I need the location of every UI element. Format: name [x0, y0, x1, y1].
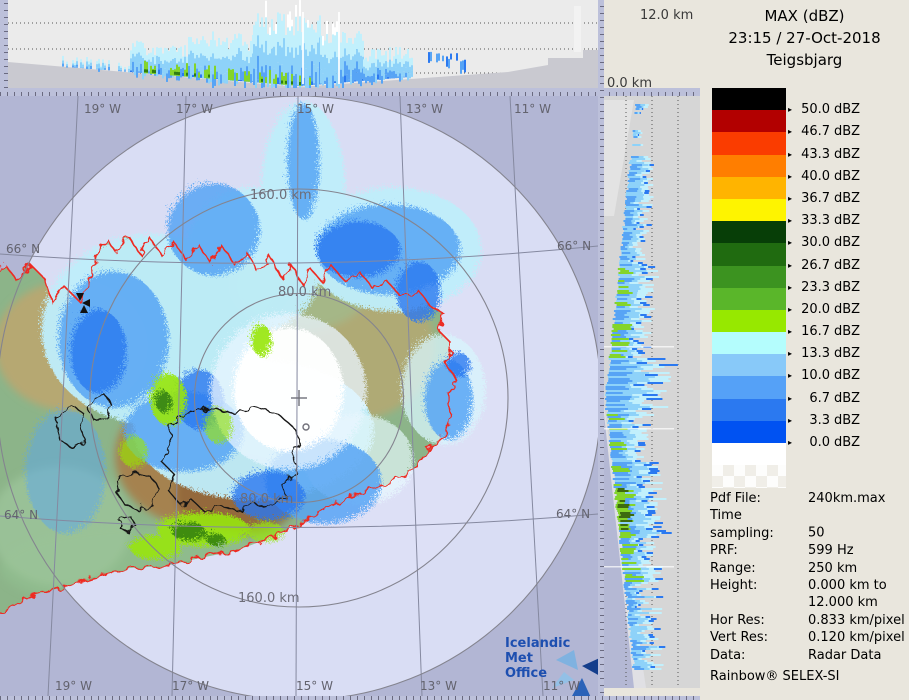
imo-logo-text: Icelandic Met Office	[505, 636, 598, 681]
info-row: Hor Res:0.833 km/pixel	[710, 612, 909, 629]
vertical-profile-side-canvas	[604, 96, 700, 688]
height-max-label: 12.0 km	[640, 8, 693, 23]
imo-logo-line2: Office	[505, 666, 598, 681]
legend-swatch	[712, 266, 786, 288]
legend-row: ▸43.3dBZ	[712, 132, 902, 154]
station-name: Teigsbjarg	[700, 49, 909, 71]
vertical-profile-top-canvas	[8, 0, 598, 88]
radar-map[interactable]: 19° W19° W17° W17° W15° W15° W13° W13° W…	[0, 96, 598, 696]
legend-row: ▸50.0dBZ	[712, 88, 902, 110]
top-profile-axis-strip	[0, 0, 8, 88]
legend-row: ▸13.3dBZ	[712, 332, 902, 354]
legend-unit: dBZ	[834, 436, 860, 450]
map-bottom-tick-strip	[0, 696, 710, 700]
info-value: 12.000 km	[808, 595, 878, 610]
info-value: 0.000 km to	[808, 578, 887, 593]
legend-value: 0.0	[794, 436, 830, 450]
legend-swatch	[712, 421, 786, 443]
legend-swatch	[712, 177, 786, 199]
product-datetime: 23:15 / 27-Oct-2018	[700, 27, 909, 49]
legend-row: ▸0.0dBZ	[712, 421, 902, 443]
imo-logo-line1: Icelandic Met	[505, 636, 598, 666]
info-value: 599 Hz	[808, 543, 854, 558]
vertical-profile-top-panel[interactable]	[8, 0, 598, 88]
info-value: 250 km	[808, 561, 857, 576]
legend-row: ▸16.7dBZ	[712, 310, 902, 332]
product-title: MAX (dBZ)	[700, 5, 909, 27]
product-info: Pdf File:240km.maxTime sampling:50PRF:59…	[710, 490, 909, 685]
software-name: Rainbow® SELEX-SI	[710, 668, 909, 685]
info-value: 0.120 km/pixel	[808, 630, 905, 645]
info-row: 12.000 km	[710, 594, 909, 611]
vertical-profile-side-panel[interactable]	[604, 96, 700, 688]
info-label: Range:	[710, 560, 808, 577]
legend-swatch	[712, 155, 786, 177]
product-info-rows: Pdf File:240km.maxTime sampling:50PRF:59…	[710, 490, 909, 664]
info-row: Vert Res:0.120 km/pixel	[710, 629, 909, 646]
info-label: Hor Res:	[710, 612, 808, 629]
info-row: Range:250 km	[710, 560, 909, 577]
info-label: Data:	[710, 647, 808, 664]
info-label: Pdf File:	[710, 490, 808, 507]
legend-swatch	[712, 354, 786, 376]
legend-swatch	[712, 399, 786, 421]
legend-label: ▸0.0 dBZ	[788, 436, 860, 450]
info-row: Height:0.000 km to	[710, 577, 909, 594]
legend-swatch	[712, 243, 786, 265]
legend-swatch	[712, 288, 786, 310]
legend-swatch-white	[712, 443, 786, 465]
legend-swatch	[712, 221, 786, 243]
legend-row: ▸6.7dBZ	[712, 376, 902, 398]
legend-row: ▸10.0dBZ	[712, 354, 902, 376]
legend-swatch	[712, 110, 786, 132]
legend-swatch-transparent	[712, 465, 786, 488]
info-label: Vert Res:	[710, 629, 808, 646]
legend-swatch	[712, 310, 786, 332]
info-value: 50	[808, 526, 825, 541]
legend-row: ▸46.7dBZ	[712, 110, 902, 132]
legend-arrow-icon: ▸	[788, 436, 792, 450]
info-value: 240km.max	[808, 491, 885, 506]
legend-swatch	[712, 332, 786, 354]
info-row: Time sampling:50	[710, 507, 909, 542]
info-value: 0.833 km/pixel	[808, 613, 905, 628]
sidebar: MAX (dBZ) 23:15 / 27-Oct-2018 Teigsbjarg…	[700, 0, 909, 700]
info-value: Radar Data	[808, 648, 881, 663]
legend-row: ▸23.3dBZ	[712, 266, 902, 288]
legend-row: ▸33.3dBZ	[712, 199, 902, 221]
info-row: Pdf File:240km.max	[710, 490, 909, 507]
legend-row: ▸36.7dBZ	[712, 177, 902, 199]
color-legend: ▸50.0dBZ▸46.7dBZ▸43.3dBZ▸40.0dBZ▸36.7dBZ…	[712, 88, 902, 488]
legend-row: ▸3.3dBZ	[712, 399, 902, 421]
legend-swatch	[712, 132, 786, 154]
title-block: MAX (dBZ) 23:15 / 27-Oct-2018 Teigsbjarg	[700, 5, 909, 71]
legend-row: ▸40.0dBZ	[712, 155, 902, 177]
legend-swatch	[712, 376, 786, 398]
radar-map-canvas	[0, 96, 598, 696]
info-row: PRF:599 Hz	[710, 542, 909, 559]
info-label: PRF:	[710, 542, 808, 559]
radar-application-window: 12.0 km 0.0 km	[0, 0, 909, 700]
legend-row: ▸30.0dBZ	[712, 221, 902, 243]
legend-row: ▸26.7dBZ	[712, 243, 902, 265]
legend-row: ▸20.0dBZ	[712, 288, 902, 310]
legend-swatch	[712, 88, 786, 110]
info-label: Time sampling:	[710, 507, 808, 542]
info-row: Data:Radar Data	[710, 647, 909, 664]
info-label: Height:	[710, 577, 808, 594]
legend-swatch	[712, 199, 786, 221]
